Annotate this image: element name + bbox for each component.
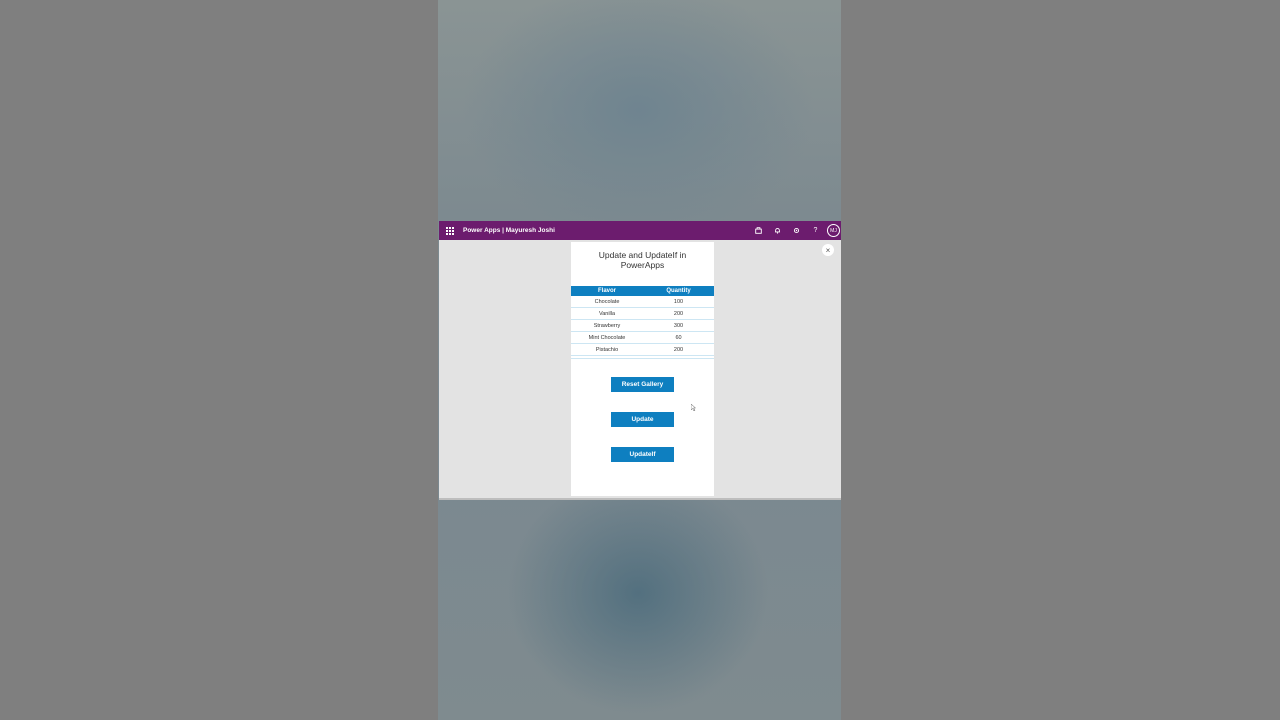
help-icon[interactable]: ? [806,221,825,240]
environment-icon[interactable] [749,221,768,240]
app-title-line1: Update and UpdateIf in [598,250,687,260]
gallery-row[interactable]: Strawberry 300 [571,320,714,332]
avatar[interactable]: MJ [827,224,840,237]
top-bar: Power Apps | Mayuresh Joshi ? MJ [439,221,841,240]
row-flavor: Strawberry [593,322,621,329]
app-title: Update and UpdateIf in PowerApps [571,250,714,270]
gallery-header: Flavor Quantity [571,286,714,296]
blurred-video-top [438,0,841,221]
gallery-row[interactable]: Vanilla 200 [571,308,714,320]
settings-gear-icon[interactable] [787,221,806,240]
row-flavor: Mint Chocolate [588,334,626,341]
app-header-title: Power Apps | Mayuresh Joshi [463,227,555,234]
row-quantity: 200 [673,310,684,317]
gallery-row[interactable]: Chocolate 100 [571,296,714,308]
row-quantity: 200 [673,346,684,353]
topbar-icons: ? MJ [749,221,841,240]
flavor-gallery: Flavor Quantity Chocolate 100 Vanilla 20… [571,286,714,359]
row-flavor: Vanilla [598,310,616,317]
header-quantity: Quantity [666,288,691,294]
app-launcher-icon[interactable] [446,226,454,235]
notification-bell-icon[interactable] [768,221,787,240]
row-flavor: Pistachio [595,346,619,353]
row-quantity: 300 [673,322,684,329]
app-title-line2: PowerApps [620,260,665,270]
row-flavor: Chocolate [594,298,620,305]
header-flavor: Flavor [597,288,616,294]
row-quantity: 100 [673,298,684,305]
gallery-divider [571,356,714,359]
gallery-row[interactable]: Mint Chocolate 60 [571,332,714,344]
reset-gallery-button[interactable]: Reset Gallery [611,377,674,392]
powerapps-window: Power Apps | Mayuresh Joshi ? MJ Update … [439,221,841,500]
close-icon[interactable]: × [822,244,834,256]
updateif-button[interactable]: UpdateIf [611,447,674,462]
row-quantity: 60 [675,334,682,341]
blurred-video-bottom [438,498,841,720]
update-button[interactable]: Update [611,412,674,427]
mouse-cursor-icon [690,403,697,413]
app-canvas: Update and UpdateIf in PowerApps Flavor … [571,242,714,496]
gallery-row[interactable]: Pistachio 200 [571,344,714,356]
